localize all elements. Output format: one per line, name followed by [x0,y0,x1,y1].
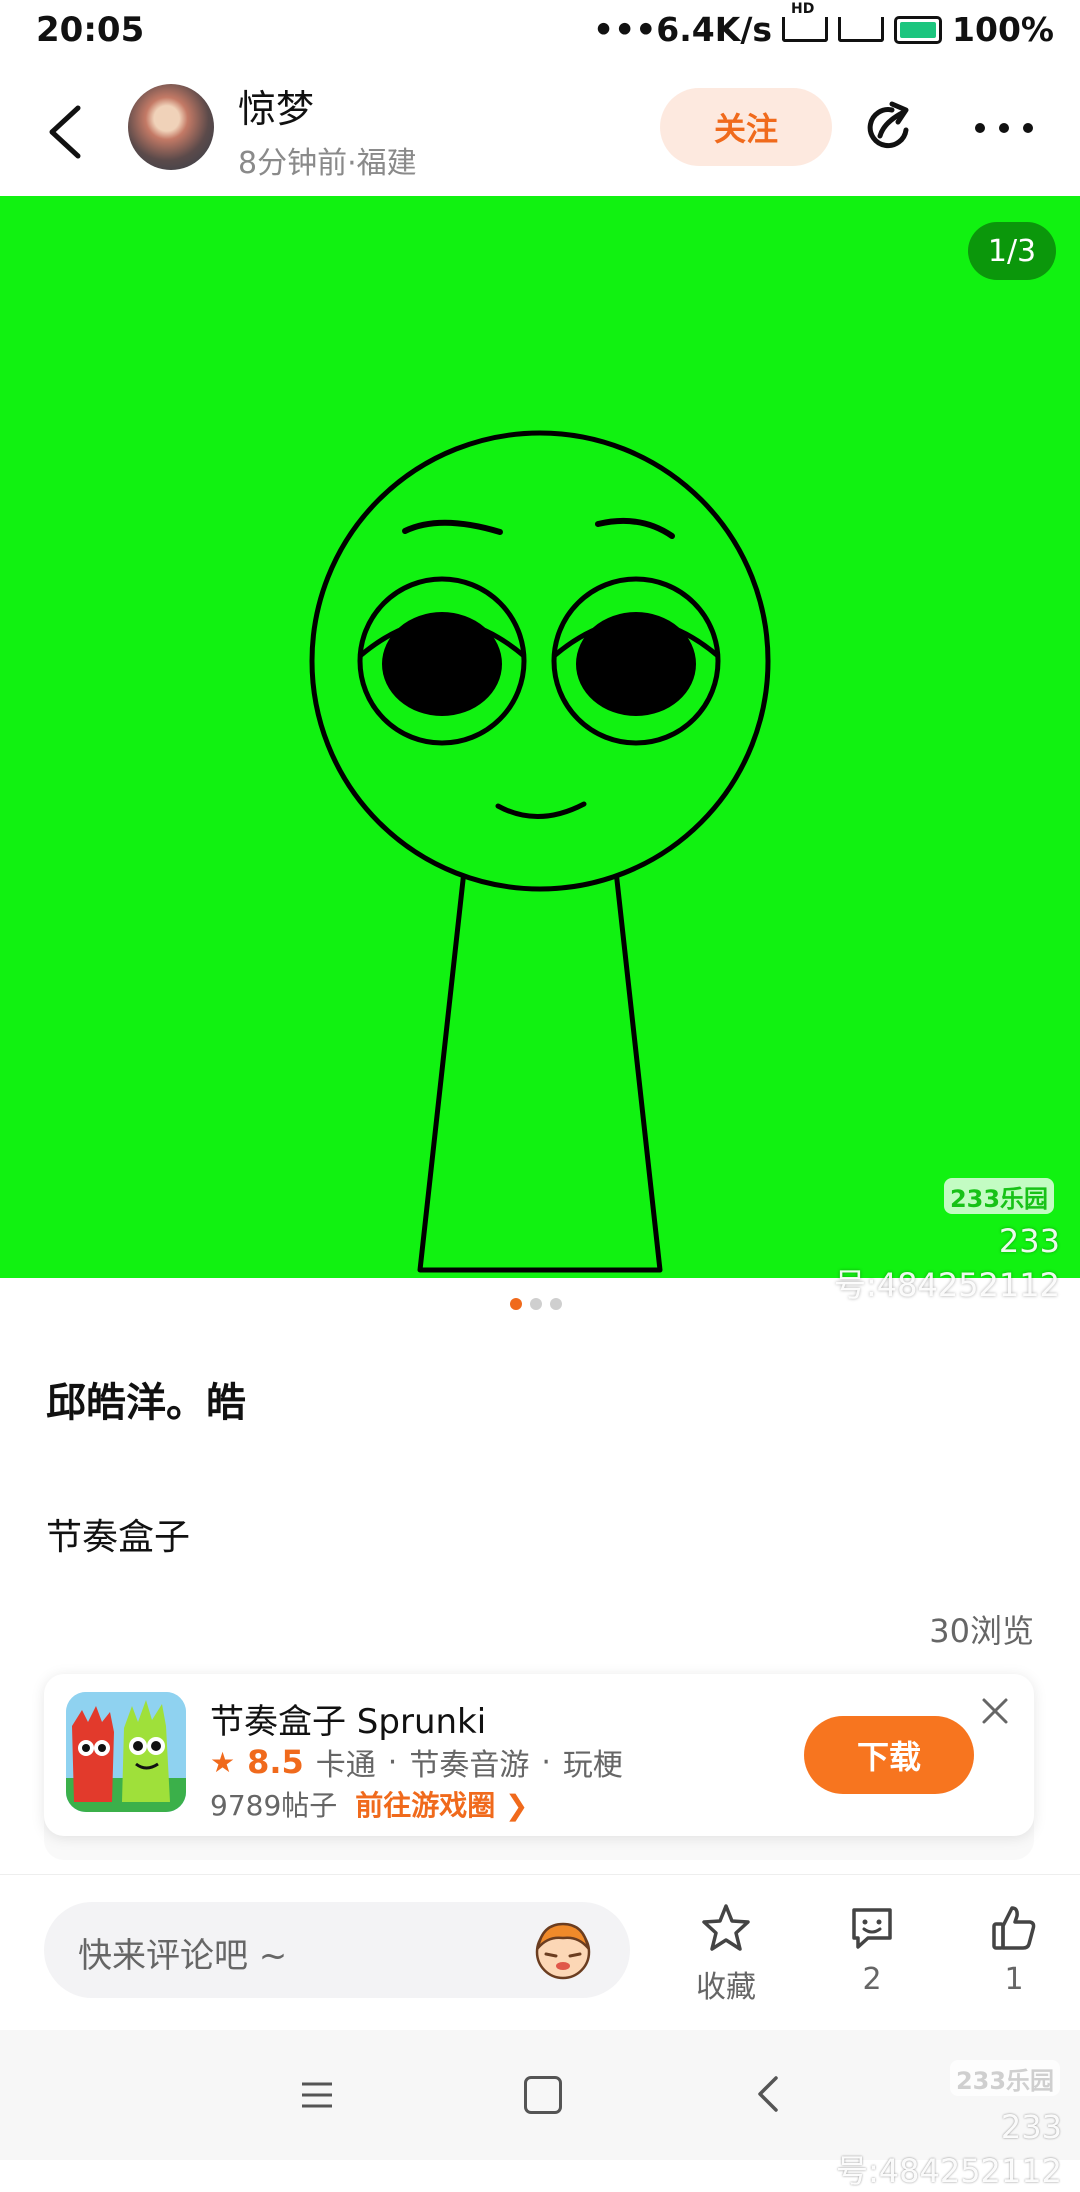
thumbs-up-icon [992,1906,1036,1950]
like-count: 1 [1004,1962,1024,1997]
post-image[interactable] [0,196,1080,1278]
status-indicators: •••6.4K/s HD 100% [593,1,1054,49]
goto-game-circle-label: 前往游戏圈 [355,1789,496,1822]
game-tag: 节奏音游 [409,1748,530,1783]
character-illustration [309,430,771,1273]
star-icon: ★ [210,1745,236,1779]
chevron-right-icon: ❯ [505,1789,529,1822]
watermark-id: 233号:484252112 [833,1222,1060,1304]
watermark-logo-2: 233乐园 [950,2060,1060,2096]
status-bar: 20:05 •••6.4K/s HD 100% [0,0,1080,66]
like-button[interactable]: 1 [964,1902,1064,1997]
signal-icon-2 [838,17,885,42]
nav-menu-icon[interactable] [300,2080,334,2110]
comment-button[interactable]: 2 [822,1902,922,1997]
game-icon[interactable] [66,1692,186,1812]
post-body: 节奏盒子 [46,1517,191,1558]
signal-icon: HD [782,1,829,42]
tag-separator: · [541,1744,551,1780]
comment-placeholder[interactable]: 快来评论吧 ~ [78,1928,287,1977]
carousel-dot-1[interactable] [510,1298,522,1310]
game-name[interactable]: 节奏盒子 Sprunki [210,1694,486,1743]
game-tag: 卡通 [315,1748,376,1783]
share-icon[interactable] [862,100,918,156]
game-rating-row: ★ 8.5 卡通 · 节奏音游 · 玩梗 [210,1740,623,1784]
download-button[interactable]: 下载 [804,1716,974,1794]
image-page-counter: 1/3 [968,222,1056,280]
network-speed: •••6.4K/s [593,10,773,49]
watermark-logo: 233乐园 [944,1178,1054,1214]
post-meta: 8分钟前·福建 [238,146,417,181]
follow-button[interactable]: 关注 [660,88,832,166]
view-count: 30浏览 [929,1612,1034,1650]
battery-icon [894,15,943,44]
goto-game-circle-link[interactable]: 前往游戏圈 ❯ [355,1784,528,1824]
more-icon[interactable] [972,108,1036,148]
carousel-dots [510,1298,562,1310]
favorite-button[interactable]: 收藏 [676,1902,776,2006]
nav-back-icon[interactable] [756,2074,780,2114]
back-arrow-icon[interactable] [40,100,94,164]
game-tag: 玩梗 [562,1748,623,1783]
game-posts-row: 9789帖子 前往游戏圈 ❯ [210,1784,529,1824]
avatar[interactable] [128,84,214,170]
status-time: 20:05 [36,10,145,50]
nav-home-icon[interactable] [524,2076,562,2114]
carousel-dot-2[interactable] [530,1298,542,1310]
game-rating: 8.5 [247,1743,304,1781]
watermark-id-2: 233号:484252112 [835,2108,1062,2190]
game-post-count: 9789帖子 [210,1789,338,1822]
hd-label: HD [791,1,815,17]
mascot-emoji-icon[interactable] [528,1914,598,1984]
star-icon [702,1904,750,1951]
battery-percent: 100% [952,10,1054,49]
post-title: 邱皓洋。皓 [46,1380,246,1426]
favorite-label: 收藏 [696,1970,756,2005]
tag-separator: · [387,1744,398,1780]
carousel-dot-3[interactable] [550,1298,562,1310]
close-icon[interactable] [978,1694,1012,1728]
game-icon-art [66,1692,186,1812]
comment-count: 2 [862,1962,882,1997]
comment-icon [852,1908,892,1949]
author-name[interactable]: 惊梦 [238,78,314,133]
